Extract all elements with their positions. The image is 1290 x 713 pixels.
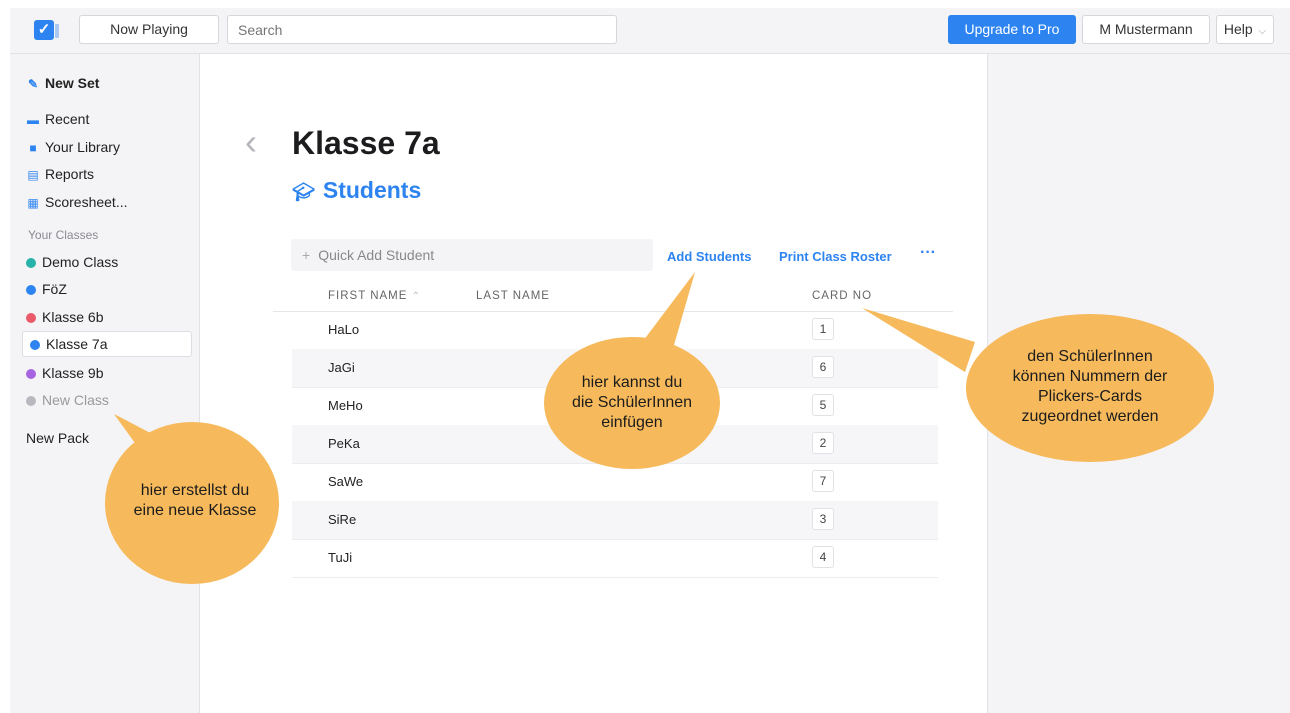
annotation-line: einfügen — [601, 414, 663, 431]
add-students-annotation: hier kannst du die SchülerInnen einfügen — [544, 373, 720, 433]
annotation-line: hier erstellst du — [140, 482, 250, 499]
bubble-pointer — [862, 308, 975, 372]
card-numbers-annotation: den SchülerInnen können Nummern der Plic… — [978, 347, 1202, 427]
annotation-line: eine neue Klasse — [133, 502, 257, 519]
new-class-annotation: hier erstellst du eine neue Klasse — [110, 481, 280, 521]
annotation-line: die SchülerInnen — [571, 394, 693, 411]
annotation-line: zugeordnet werden — [1021, 408, 1159, 425]
annotation-line: den SchülerInnen — [1027, 348, 1153, 365]
annotation-line: Plickers-Cards — [1037, 388, 1142, 405]
annotation-line: können Nummern der — [1012, 368, 1168, 385]
annotation-line: hier kannst du — [581, 374, 683, 391]
